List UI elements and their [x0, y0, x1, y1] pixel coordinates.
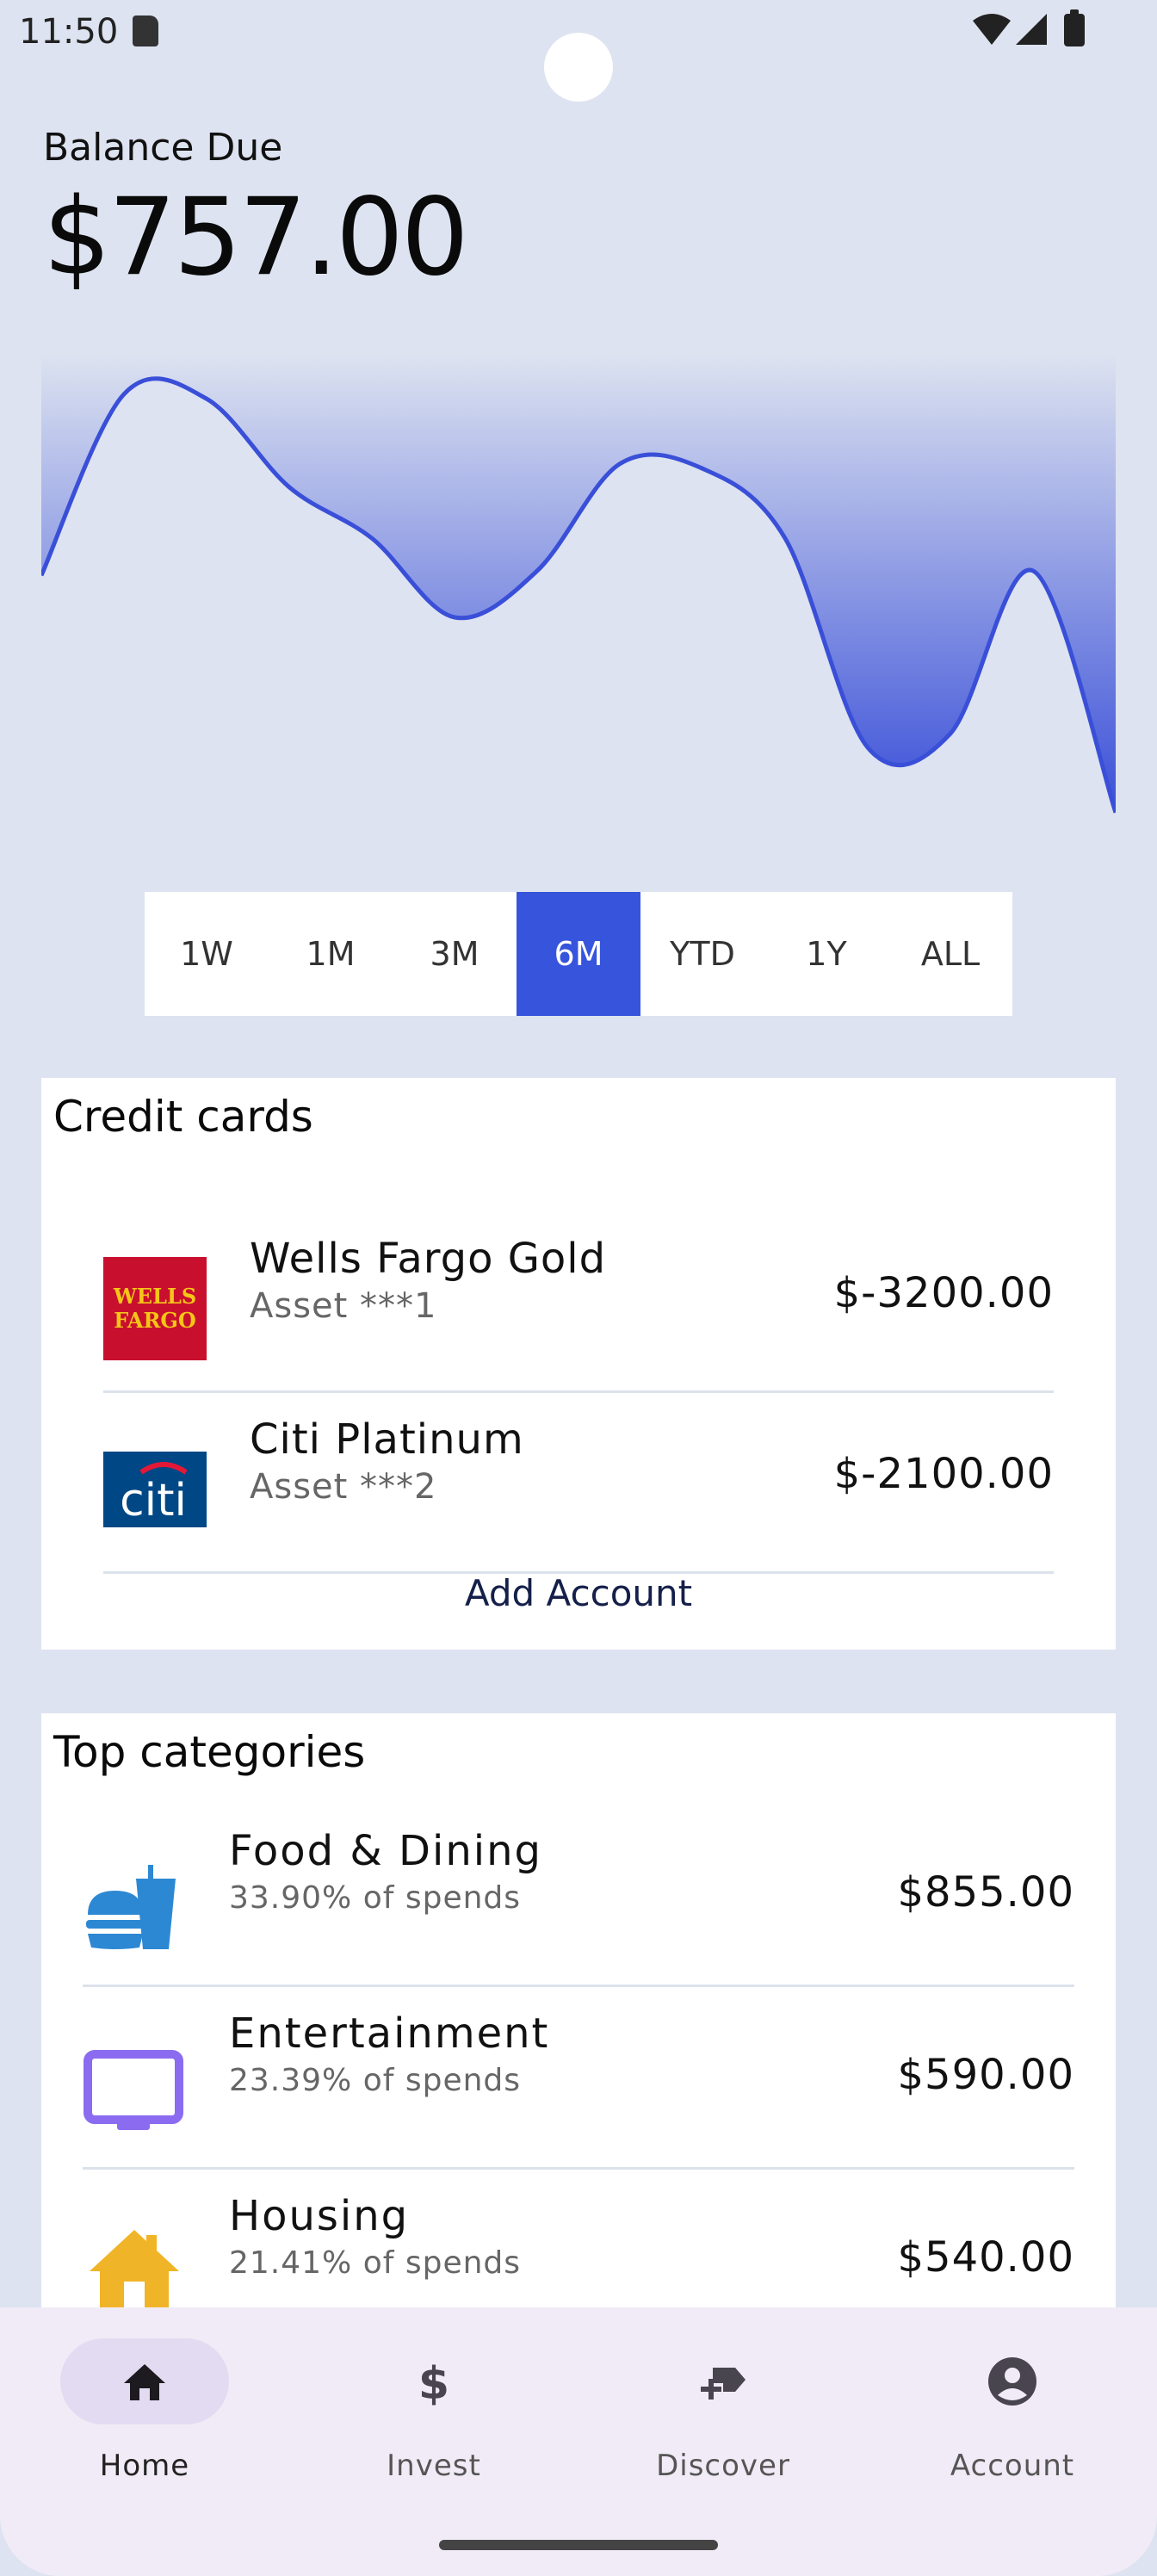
account-name: Citi Platinum — [250, 1415, 524, 1464]
wells-logo-line1: WELLS — [113, 1284, 196, 1309]
top-categories-title: Top categories — [53, 1727, 366, 1777]
credit-cards-title: Credit cards — [53, 1092, 313, 1142]
account-icon — [988, 2357, 1036, 2406]
credit-cards-card: Credit cards WELLS FARGO Wells Fargo Gol… — [41, 1078, 1116, 1650]
account-sub: Asset ***1 — [250, 1286, 437, 1326]
category-percent: 33.90% of spends — [229, 1880, 522, 1916]
nav-invest[interactable]: $ Invest — [289, 2338, 578, 2511]
range-button-6m[interactable]: 6M — [517, 892, 640, 1016]
category-amount: $540.00 — [897, 2233, 1074, 2282]
range-button-3m[interactable]: 3M — [393, 892, 517, 1016]
status-bar: 11:50 — [0, 0, 1157, 102]
home-icon — [124, 2364, 165, 2400]
range-button-1y[interactable]: 1Y — [764, 892, 888, 1016]
house-icon — [90, 2230, 179, 2314]
range-button-ytd[interactable]: YTD — [640, 892, 764, 1016]
nav-label: Discover — [656, 2449, 790, 2483]
nav-account[interactable]: Account — [868, 2338, 1157, 2511]
camera-cutout — [544, 33, 613, 102]
category-row-food[interactable]: Food & Dining 33.90% of spends $855.00 — [83, 1805, 1074, 1987]
account-row-citi[interactable]: citi Citi Platinum Asset ***2 $-2100.00 — [103, 1393, 1054, 1574]
signal-icon — [1016, 14, 1047, 45]
balance-chart[interactable] — [41, 353, 1116, 835]
app-screen: 11:50 Balance Due $757.00 1W 1M 3M 6M YTD 1Y A… — [0, 0, 1157, 2576]
nav-home[interactable]: Home — [0, 2338, 289, 2511]
range-button-1m[interactable]: 1M — [269, 892, 393, 1016]
account-row-wells-fargo[interactable]: WELLS FARGO Wells Fargo Gold Asset ***1 … — [103, 1212, 1054, 1393]
wells-fargo-logo: WELLS FARGO — [103, 1257, 207, 1360]
balance-amount: $757.00 — [43, 176, 469, 300]
status-time: 11:50 — [19, 12, 119, 52]
food-icon — [86, 1865, 176, 1949]
wells-logo-line2: FARGO — [114, 1308, 196, 1333]
range-button-1w[interactable]: 1W — [145, 892, 269, 1016]
account-amount: $-3200.00 — [833, 1269, 1054, 1317]
balance-label: Balance Due — [43, 126, 283, 170]
svg-text:$: $ — [418, 2358, 449, 2407]
citi-logo: citi — [103, 1452, 207, 1527]
nav-label: Home — [99, 2449, 190, 2483]
category-name: Housing — [229, 2192, 410, 2240]
wifi-icon — [973, 14, 1011, 45]
chart-area-fill — [41, 353, 1116, 813]
range-button-all[interactable]: ALL — [888, 892, 1012, 1016]
citi-logo-text: citi — [120, 1475, 187, 1526]
nav-label: Invest — [387, 2449, 481, 2483]
category-percent: 21.41% of spends — [229, 2245, 522, 2281]
category-name: Entertainment — [229, 2009, 550, 2058]
battery-icon — [1064, 9, 1085, 46]
category-percent: 23.39% of spends — [229, 2063, 522, 2098]
tv-icon — [84, 2050, 183, 2130]
sd-card-icon — [133, 15, 158, 46]
time-range-selector: 1W 1M 3M 6M YTD 1Y ALL — [145, 892, 1012, 1016]
nav-discover[interactable]: Discover — [578, 2338, 868, 2511]
discover-icon — [701, 2368, 746, 2400]
nav-label: Account — [950, 2449, 1075, 2483]
account-amount: $-2100.00 — [833, 1450, 1054, 1498]
bottom-navigation: Home $ Invest Discover Account — [0, 2307, 1157, 2576]
category-amount: $855.00 — [897, 1868, 1074, 1917]
account-sub: Asset ***2 — [250, 1467, 437, 1507]
category-amount: $590.00 — [897, 2051, 1074, 2099]
account-name: Wells Fargo Gold — [250, 1235, 607, 1283]
add-account-button[interactable]: Add Account — [41, 1572, 1116, 1614]
home-indicator — [439, 2540, 718, 2550]
category-name: Food & Dining — [229, 1827, 542, 1875]
category-row-entertainment[interactable]: Entertainment 23.39% of spends $590.00 — [83, 1987, 1074, 2170]
dollar-icon: $ — [418, 2358, 449, 2407]
